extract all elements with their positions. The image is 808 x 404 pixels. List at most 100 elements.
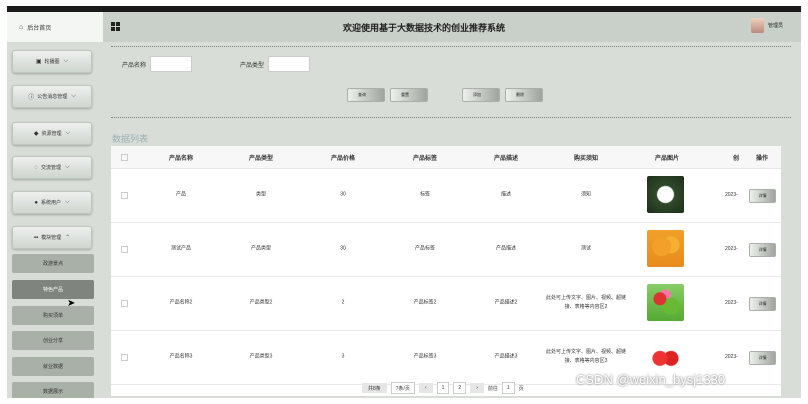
sidebar-menu-label: 公告消息管理	[37, 94, 68, 100]
submenu-item-share[interactable]: 创业分享	[12, 331, 94, 350]
goto-page-input[interactable]: 1	[501, 382, 515, 394]
page-size-select[interactable]: 7条/页	[390, 382, 415, 394]
chevron-down-icon: ⌵	[63, 58, 69, 64]
add-button[interactable]: 添加	[462, 88, 500, 102]
cell-name: 测试产品	[170, 245, 192, 252]
table-header: 产品名称 产品类型 产品价格 产品标签 产品描述 购买须知 产品图片 创 操作	[111, 146, 781, 169]
cell-price: 3	[341, 353, 345, 360]
cell-price: 30	[340, 245, 346, 252]
reset-button[interactable]: 重置	[390, 88, 428, 102]
sidebar-menu-carousel[interactable]: ▣ 轮播图 ⌵	[12, 50, 92, 73]
section-title: 数据列表	[112, 134, 149, 144]
detail-button[interactable]: 详情	[749, 351, 776, 365]
query-button[interactable]: 查询	[347, 88, 385, 102]
system-title: 欢迎使用基于大数据技术的创业推荐系统	[342, 23, 505, 33]
product-image	[647, 338, 684, 375]
cell-tag: 产品标签3	[413, 353, 437, 360]
column-header: 产品类型	[248, 156, 274, 162]
product-type-label: 产品类型	[240, 62, 265, 69]
submenu-item-products[interactable]: 特色产品	[12, 280, 94, 299]
product-type-input[interactable]	[268, 56, 311, 72]
cell-notice: 此处可上传文字、图片、视频、超链接、表格等内容区2	[546, 295, 627, 310]
sidebar-menu-label: 资源管理	[41, 131, 62, 137]
cell-type: 类型	[255, 191, 267, 198]
cell-date: 2023-	[725, 192, 738, 198]
next-page-button[interactable]: ›	[470, 383, 484, 393]
sidebar-menu-label: 轮播图	[44, 59, 60, 65]
watermark: CSDN @weixin_bysj1330	[576, 372, 726, 387]
cell-name: 产品名称2	[169, 299, 193, 306]
chat-icon: ◌	[34, 164, 38, 171]
detail-button[interactable]: 详情	[749, 297, 776, 311]
column-header: 操作	[755, 156, 769, 162]
sidebar-menu-modules[interactable]: ▪▪ 模块管理 ⌃	[12, 226, 92, 249]
cell-date: 2023-	[725, 354, 738, 360]
detail-button[interactable]: 详情	[749, 189, 776, 203]
user-menu[interactable]: 管理员	[750, 18, 783, 33]
grid-icon: ▪▪	[33, 234, 39, 241]
sidebar-menu-users[interactable]: ● 系统用户 ⌵	[12, 191, 92, 214]
sidebar-menu-label: 交流管理	[41, 165, 62, 171]
select-all-checkbox[interactable]	[121, 154, 128, 161]
page-unit-label: 页	[518, 385, 524, 392]
detail-button[interactable]: 详情	[749, 243, 776, 257]
product-image	[647, 176, 684, 213]
user-icon: ●	[34, 199, 39, 206]
submenu-item-display[interactable]: 数据展示	[12, 382, 94, 398]
table-row: 产品名称2 产品类型2 2 产品标签2 产品描述2 此处可上传文字、图片、视频、…	[111, 277, 781, 331]
cell-tag: 标签	[419, 191, 431, 198]
sidebar-menu-communication[interactable]: ◌ 交流管理 ⌵	[12, 156, 92, 179]
cell-desc: 产品描述3	[494, 353, 518, 360]
submenu-item-purchase[interactable]: 购买须单	[12, 306, 94, 325]
row-checkbox[interactable]	[121, 354, 128, 361]
submenu-item-employment[interactable]: 就业数据	[12, 357, 94, 376]
sidebar-menu-label: 模块管理	[41, 235, 62, 241]
column-header: 产品名称	[168, 156, 194, 162]
mouse-cursor-icon: ➤	[67, 298, 76, 309]
cell-type: 产品类型	[250, 245, 272, 252]
page-number-2[interactable]: 2	[453, 382, 467, 394]
row-checkbox[interactable]	[121, 246, 128, 253]
delete-button[interactable]: 删除	[505, 88, 543, 102]
cell-date: 2023-	[725, 246, 738, 252]
avatar	[750, 18, 764, 33]
sidebar-menu-notice[interactable]: ⓘ 公告消息管理 ⌵	[12, 85, 92, 108]
product-name-label: 产品名称	[122, 62, 147, 69]
chevron-down-icon: ⌵	[71, 93, 76, 99]
submenu-item-attractions[interactable]: 政游景点	[12, 254, 94, 273]
cell-notice: 测试	[580, 245, 592, 252]
data-table: 产品名称 产品类型 产品价格 产品标签 产品描述 购买须知 产品图片 创 操作 …	[111, 146, 781, 396]
column-header: 产品图片	[654, 156, 680, 162]
page-number-1[interactable]: 1	[436, 382, 450, 394]
app-frame: ⌂ 后台首页 欢迎使用基于大数据技术的创业推荐系统 管理员 ▣ 轮播图 ⌵ ⓘ …	[7, 6, 801, 398]
image-icon: ▣	[35, 59, 42, 65]
column-header: 创	[732, 156, 740, 162]
cell-price: 2	[341, 299, 345, 306]
cell-name: 产品名称3	[169, 353, 193, 360]
table-row: 测试产品 产品类型 30 产品标签 产品描述 测试 2023- 详情	[111, 223, 781, 277]
sidebar-menu-resource[interactable]: ◆ 资源管理 ⌵	[12, 122, 92, 145]
cell-desc: 产品描述	[495, 245, 517, 252]
product-name-input[interactable]	[150, 56, 193, 72]
total-count: 共8条	[362, 383, 387, 393]
row-checkbox[interactable]	[121, 300, 128, 307]
cell-notice: 须知	[580, 191, 592, 198]
tag-icon: ◆	[33, 131, 39, 137]
user-label: 管理员	[767, 23, 783, 29]
info-icon: ⓘ	[28, 95, 35, 101]
goto-label: 前往	[487, 385, 498, 392]
cell-price: 30	[340, 191, 346, 198]
chevron-down-icon: ⌵	[65, 164, 70, 170]
cell-tag: 产品标签	[414, 245, 436, 252]
cell-type: 产品类型3	[249, 353, 273, 360]
cell-tag: 产品标签2	[413, 299, 437, 306]
row-checkbox[interactable]	[121, 192, 128, 199]
column-header: 产品描述	[493, 156, 519, 162]
prev-page-button[interactable]: ‹	[418, 383, 433, 393]
product-image	[647, 284, 684, 321]
cell-name: 产品	[175, 191, 187, 198]
column-header: 产品标签	[412, 156, 438, 162]
divider	[111, 117, 791, 118]
top-bar: ⌂ 后台首页 欢迎使用基于大数据技术的创业推荐系统 管理员	[7, 12, 801, 42]
column-header: 购买须知	[573, 156, 599, 162]
